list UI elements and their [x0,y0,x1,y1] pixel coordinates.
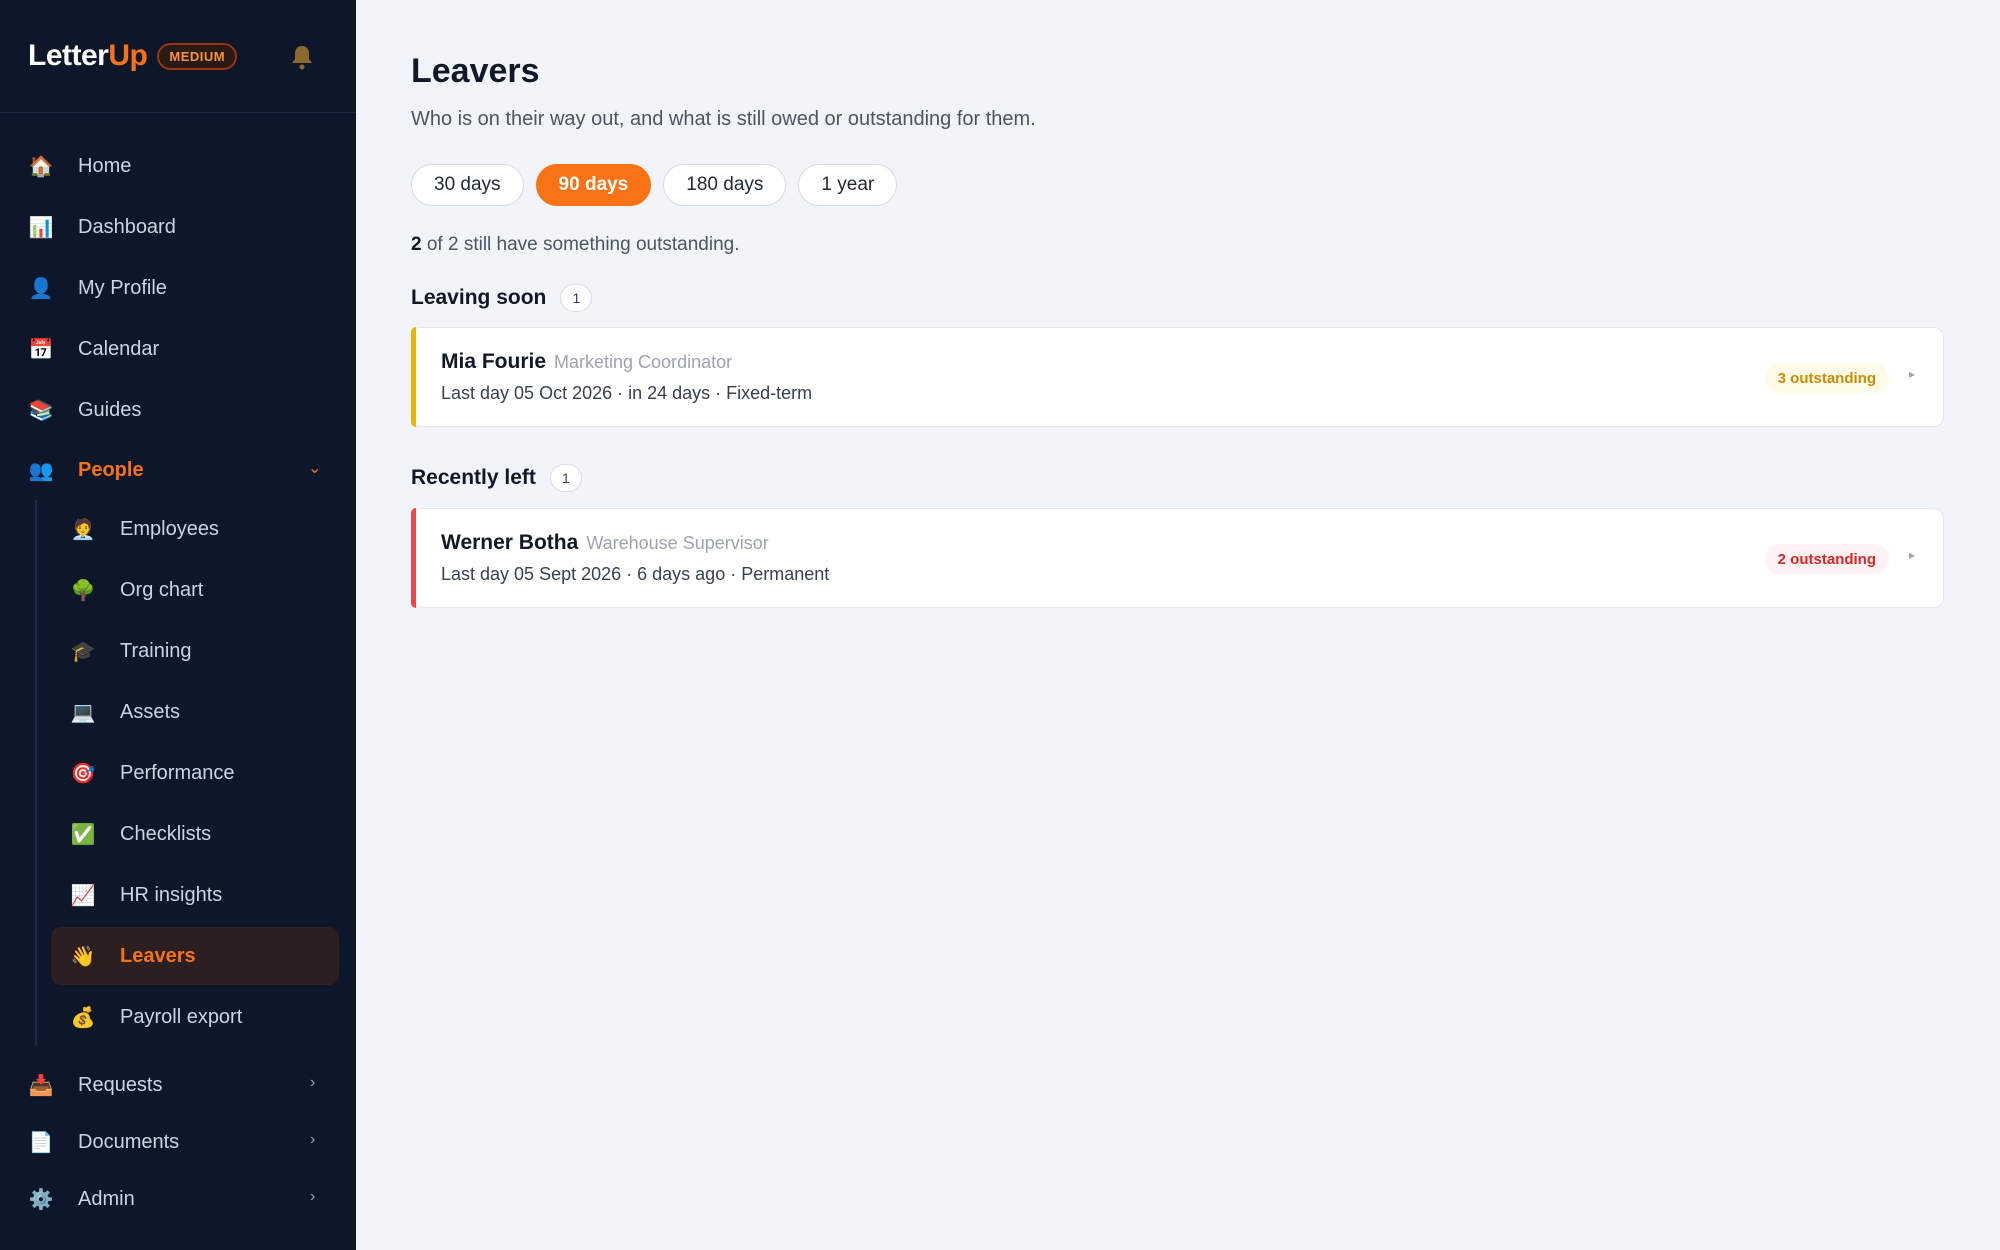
summary-count: 2 [411,234,422,255]
employee-icon: 🧑‍💼 [70,518,96,541]
nav-label: Dashboard [78,215,176,238]
user-icon: 👤 [28,277,54,300]
leaver-role: Warehouse Supervisor [586,533,769,553]
nav-item-documents[interactable]: 📄 Documents [28,1122,180,1162]
section-recently-left: Recently left 1 [411,464,582,492]
target-icon: 🎯 [70,762,96,785]
submenu-guide-line [35,500,37,1046]
caret-right-icon: ▸ [1908,548,1915,562]
summary-text: of 2 still have something outstanding. [421,234,740,255]
section-title: Recently left [411,466,536,489]
section-title: Leaving soon [411,286,547,309]
nav-label: Performance [120,761,235,784]
nav-item-requests[interactable]: 📥 Requests [28,1065,163,1105]
nav-item-guides[interactable]: 📚 Guides [28,390,142,430]
leaver-card-werner-botha[interactable]: Werner Botha Warehouse Supervisor Last da… [411,508,1944,608]
leaver-card-mia-fourie[interactable]: Mia Fourie Marketing Coordinator Last day… [411,327,1944,427]
home-icon: 🏠 [28,155,54,178]
chevron-right-icon[interactable]: › [310,1188,315,1206]
period-filter: 30 days 90 days 180 days 1 year [411,164,898,206]
page-subtitle: Who is on their way out, and what is sti… [411,108,1036,130]
nav-item-training[interactable]: 🎓 Training [70,631,192,671]
nav-label: Documents [78,1130,180,1153]
chart-icon: 📊 [28,216,54,239]
chevron-right-icon[interactable]: › [310,1131,315,1149]
leaver-role: Marketing Coordinator [554,352,733,372]
nav-item-checklists[interactable]: ✅ Checklists [70,814,212,854]
outstanding-badge: 3 outstanding [1764,363,1889,393]
nav-label: Guides [78,398,142,421]
filter-1-year[interactable]: 1 year [798,164,898,206]
leaver-name-text: Mia Fourie [441,350,547,373]
section-leaving-soon: Leaving soon 1 [411,284,593,312]
filter-30-days[interactable]: 30 days [411,164,524,206]
nav-item-calendar[interactable]: 📅 Calendar [28,329,160,369]
inbox-icon: 📥 [28,1074,54,1097]
nav-item-payroll-export[interactable]: 💰 Payroll export [70,997,243,1037]
chevron-right-icon[interactable]: › [310,1074,315,1092]
nav-label: Payroll export [120,1005,243,1028]
nav-item-dashboard[interactable]: 📊 Dashboard [28,207,176,247]
main-content: Leavers Who is on their way out, and wha… [356,0,2000,1250]
nav-label: Checklists [120,822,212,845]
nav-item-leavers[interactable]: 👋 Leavers [70,936,196,976]
outstanding-summary: 2 of 2 still have something outstanding. [411,234,740,256]
logo-accent: Up [108,39,148,72]
calendar-icon: 📅 [28,338,54,361]
caret-right-icon: ▸ [1908,367,1915,381]
nav-item-home[interactable]: 🏠 Home [28,146,132,186]
nav-item-my-profile[interactable]: 👤 My Profile [28,268,167,308]
leaver-details: Last day 05 Oct 2026 · in 24 days · Fixe… [441,383,813,403]
people-icon: 👥 [28,459,54,482]
filter-180-days[interactable]: 180 days [663,164,787,206]
nav-label: HR insights [120,883,223,906]
sidebar: LetterUp MEDIUM 🏠 Home 📊 Dashboard 👤 My Pro… [0,0,356,1250]
nav-label: Org chart [120,578,204,601]
page-title: Leavers [411,52,540,90]
document-icon: 📄 [28,1131,54,1154]
leaver-name-text: Werner Botha [441,531,579,554]
brand-header: LetterUp MEDIUM [0,0,356,113]
nav-item-org-chart[interactable]: 🌳 Org chart [70,570,204,610]
app-logo[interactable]: LetterUp [28,39,148,73]
nav-label: Leavers [120,944,196,967]
status-stripe [411,327,416,427]
trend-icon: 📈 [70,884,96,907]
nav-item-employees[interactable]: 🧑‍💼 Employees [70,509,219,549]
nav-item-admin[interactable]: ⚙️ Admin [28,1179,135,1219]
nav-label: Training [120,639,192,662]
plan-tier-badge: MEDIUM [157,42,238,70]
logo-main: Letter [28,39,109,72]
nav-label: Assets [120,700,181,723]
nav-label: Requests [78,1073,163,1096]
graduation-cap-icon: 🎓 [70,640,96,663]
section-count: 1 [549,464,582,492]
checkbox-icon: ✅ [70,823,96,846]
gear-icon: ⚙️ [28,1188,54,1211]
books-icon: 📚 [28,399,54,422]
nav-item-hr-insights[interactable]: 📈 HR insights [70,875,223,915]
nav-label: My Profile [78,276,167,299]
nav-item-performance[interactable]: 🎯 Performance [70,753,235,793]
nav-label: Calendar [78,337,160,360]
nav-label: People [78,458,144,481]
section-count: 1 [560,284,593,312]
leaver-name: Werner Botha Warehouse Supervisor [441,531,769,555]
tree-icon: 🌳 [70,579,96,602]
nav-label: Employees [120,517,219,540]
filter-90-days[interactable]: 90 days [535,164,652,206]
nav-item-assets[interactable]: 💻 Assets [70,692,180,732]
nav-label: Home [78,154,132,177]
leaver-details: Last day 05 Sept 2026 · 6 days ago · Per… [441,564,830,584]
leaver-name: Mia Fourie Marketing Coordinator [441,350,732,374]
status-stripe [411,508,416,608]
wave-icon: 👋 [70,945,96,968]
bell-icon[interactable] [290,44,314,70]
money-bag-icon: 💰 [70,1006,96,1029]
nav-item-people[interactable]: 👥 People [28,450,328,490]
nav-label: Admin [78,1187,135,1210]
chevron-down-icon[interactable]: ⌄ [308,458,321,478]
outstanding-badge: 2 outstanding [1764,544,1889,574]
laptop-icon: 💻 [70,701,96,724]
